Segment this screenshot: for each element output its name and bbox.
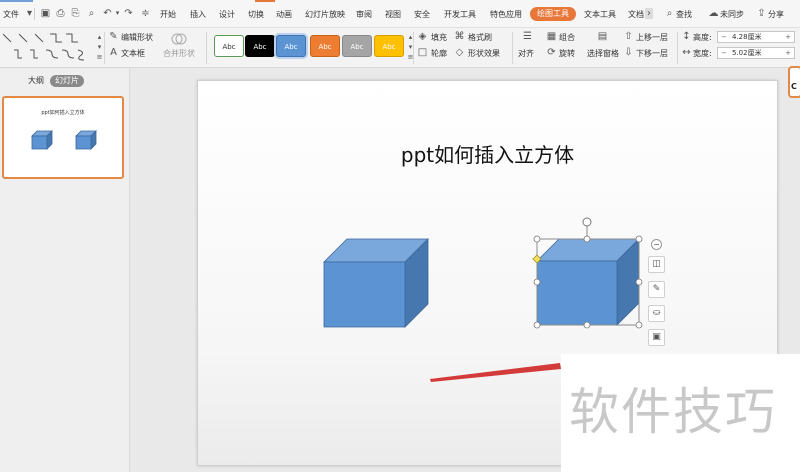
resize-handle[interactable] (583, 235, 591, 243)
resize-handle[interactable] (533, 278, 541, 286)
resize-handle[interactable] (635, 278, 643, 286)
cube-front-face (323, 261, 406, 328)
pen-icon[interactable]: ✎ (648, 281, 665, 298)
assistant-label: C (791, 82, 797, 91)
cube-shape-left[interactable] (323, 238, 429, 328)
resize-handle[interactable] (583, 321, 591, 329)
frame-icon[interactable]: ▣ (648, 329, 665, 346)
cube-shape-right[interactable] (536, 238, 640, 326)
resize-handle[interactable] (533, 235, 541, 243)
cube-front-face (536, 260, 618, 326)
fill-bucket-icon[interactable]: ⛀ (648, 305, 665, 322)
annotation-arrow (430, 363, 561, 382)
watermark: 软件技巧 (561, 354, 800, 472)
rotate-handle-icon[interactable] (582, 217, 592, 227)
resize-handle[interactable] (635, 235, 643, 243)
watermark-text: 软件技巧 (569, 383, 777, 441)
resize-handle[interactable] (533, 321, 541, 329)
collapse-icon[interactable]: − (651, 239, 662, 250)
resize-handle[interactable] (635, 321, 643, 329)
assistant-widget[interactable]: C (788, 66, 800, 98)
layers-icon[interactable]: ◫ (648, 256, 665, 273)
